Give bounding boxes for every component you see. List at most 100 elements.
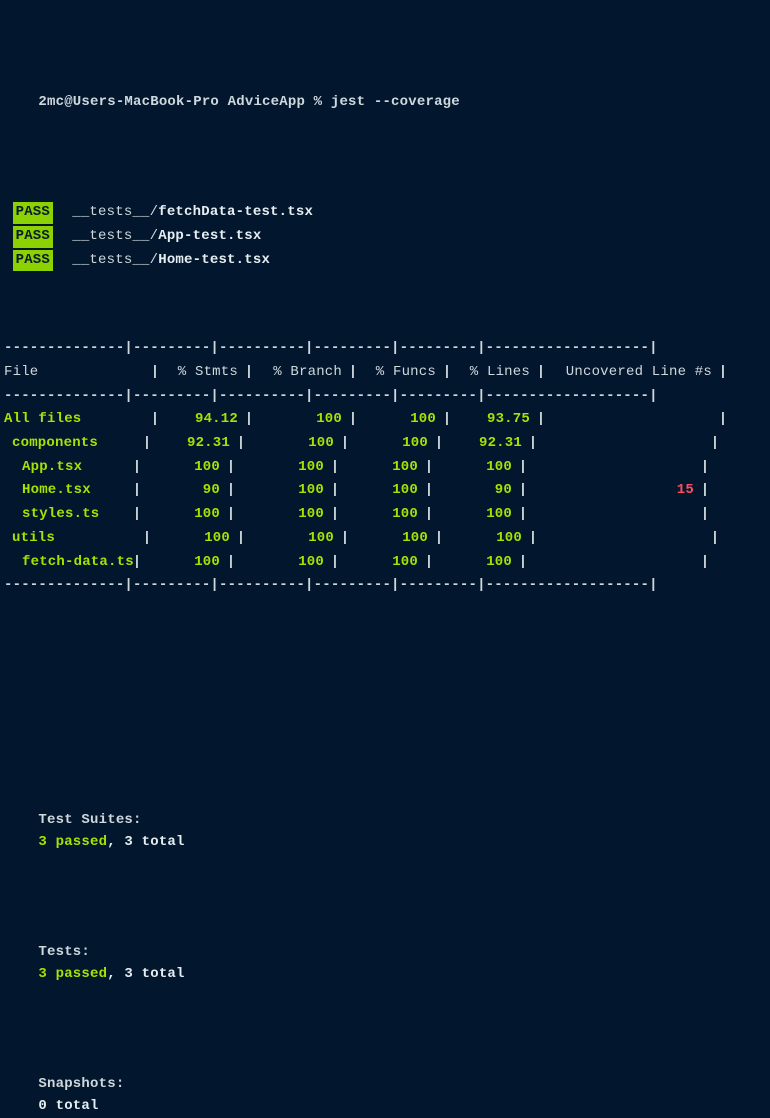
table-row: styles.ts|100|100|100|100||: [4, 503, 766, 527]
table-row: components|92.31|100|100|92.31||: [4, 432, 766, 456]
column-separator: |: [126, 552, 148, 574]
spacer: [4, 663, 766, 671]
coverage-lines: 100: [450, 528, 522, 550]
coverage-branch: 100: [242, 480, 324, 502]
table-row: App.tsx|100|100|100|100||: [4, 456, 766, 480]
coverage-funcs: 100: [346, 480, 418, 502]
col-header-branch: % Branch: [260, 362, 342, 384]
pass-badge: PASS: [13, 202, 53, 224]
column-separator: |: [530, 362, 552, 384]
column-separator: |: [144, 362, 166, 384]
summary-total: , 3 total: [107, 966, 184, 982]
summary-passed: 3 passed: [38, 966, 107, 982]
coverage-file: components: [4, 433, 136, 455]
summary-tests: Tests: 3 passed, 3 total: [4, 920, 766, 1009]
coverage-lines: 100: [440, 504, 512, 526]
column-separator: |: [712, 362, 734, 384]
table-row: Home.tsx|90|100|100|90|15|: [4, 479, 766, 503]
column-separator: |: [136, 528, 158, 550]
column-separator: |: [522, 433, 544, 455]
col-header-stmts: % Stmts: [166, 362, 238, 384]
column-separator: |: [230, 528, 252, 550]
coverage-stmts: 100: [148, 504, 220, 526]
column-separator: |: [530, 409, 552, 431]
terminal[interactable]: 2mc@Users-MacBook-Pro AdviceApp % jest -…: [0, 0, 770, 1118]
column-separator: |: [512, 480, 534, 502]
coverage-stmts: 94.12: [166, 409, 238, 431]
coverage-funcs: 100: [364, 409, 436, 431]
summary-value: 0 total: [38, 1098, 98, 1114]
coverage-funcs: 100: [346, 457, 418, 479]
column-separator: |: [418, 457, 440, 479]
table-rule: --------------|---------|----------|----…: [4, 337, 766, 361]
coverage-stmts: 90: [148, 480, 220, 502]
coverage-lines: 90: [440, 480, 512, 502]
coverage-lines: 100: [440, 552, 512, 574]
coverage-funcs: 100: [346, 552, 418, 574]
column-separator: |: [512, 457, 534, 479]
column-separator: |: [512, 552, 534, 574]
column-separator: |: [436, 362, 458, 384]
column-separator: |: [238, 409, 260, 431]
col-header-uncov: Uncovered Line #s: [552, 362, 712, 384]
column-separator: |: [324, 552, 346, 574]
column-separator: |: [220, 552, 242, 574]
test-run-line: PASS __tests__/fetchData-test.tsx: [4, 201, 766, 225]
column-separator: |: [342, 362, 364, 384]
summary-suites: Test Suites: 3 passed, 3 total: [4, 787, 766, 876]
column-separator: |: [342, 409, 364, 431]
coverage-branch: 100: [252, 433, 334, 455]
column-separator: |: [694, 480, 716, 502]
column-separator: |: [428, 433, 450, 455]
table-rule: --------------|---------|----------|----…: [4, 385, 766, 409]
table-row: fetch-data.ts|100|100|100|100||: [4, 551, 766, 575]
column-separator: |: [324, 457, 346, 479]
column-separator: |: [694, 504, 716, 526]
summary-label: Test Suites:: [38, 810, 148, 832]
coverage-lines: 100: [440, 457, 512, 479]
coverage-funcs: 100: [356, 528, 428, 550]
test-run-line: PASS __tests__/App-test.tsx: [4, 225, 766, 249]
column-separator: |: [126, 504, 148, 526]
column-separator: |: [418, 480, 440, 502]
pass-badge: PASS: [13, 250, 53, 272]
table-rule: --------------|---------|----------|----…: [4, 574, 766, 598]
coverage-file: Home.tsx: [4, 480, 126, 502]
summary-passed: 3 passed: [38, 834, 107, 850]
summary-label: Snapshots:: [38, 1074, 148, 1096]
tests-dir: __tests__/: [72, 228, 158, 244]
column-separator: |: [704, 433, 726, 455]
coverage-file: fetch-data.ts: [4, 552, 126, 574]
column-separator: |: [704, 528, 726, 550]
column-separator: |: [126, 457, 148, 479]
column-separator: |: [418, 504, 440, 526]
coverage-file: All files: [4, 409, 144, 431]
column-separator: |: [428, 528, 450, 550]
coverage-file: App.tsx: [4, 457, 126, 479]
coverage-lines: 92.31: [450, 433, 522, 455]
summary-snapshots: Snapshots: 0 total: [4, 1052, 766, 1118]
table-header-row: File|% Stmts|% Branch|% Funcs|% Lines|Un…: [4, 361, 766, 385]
coverage-stmts: 100: [148, 552, 220, 574]
test-file-name: App-test.tsx: [158, 228, 261, 244]
pass-badge: PASS: [13, 226, 53, 248]
test-runs: PASS __tests__/fetchData-test.tsx PASS _…: [4, 201, 766, 272]
test-run-line: PASS __tests__/Home-test.tsx: [4, 249, 766, 273]
column-separator: |: [512, 504, 534, 526]
column-separator: |: [334, 528, 356, 550]
column-separator: |: [238, 362, 260, 384]
column-separator: |: [522, 528, 544, 550]
coverage-file: utils: [4, 528, 136, 550]
summary-total: , 3 total: [107, 834, 184, 850]
coverage-lines: 93.75: [458, 409, 530, 431]
column-separator: |: [220, 480, 242, 502]
column-separator: |: [324, 480, 346, 502]
prompt-line: 2mc@Users-MacBook-Pro AdviceApp % jest -…: [4, 69, 766, 136]
col-header-file: File: [4, 362, 144, 384]
col-header-lines: % Lines: [458, 362, 530, 384]
coverage-stmts: 92.31: [158, 433, 230, 455]
table-row: All files|94.12|100|100|93.75||: [4, 408, 766, 432]
coverage-branch: 100: [242, 552, 324, 574]
spacer: [4, 714, 766, 722]
column-separator: |: [334, 433, 356, 455]
